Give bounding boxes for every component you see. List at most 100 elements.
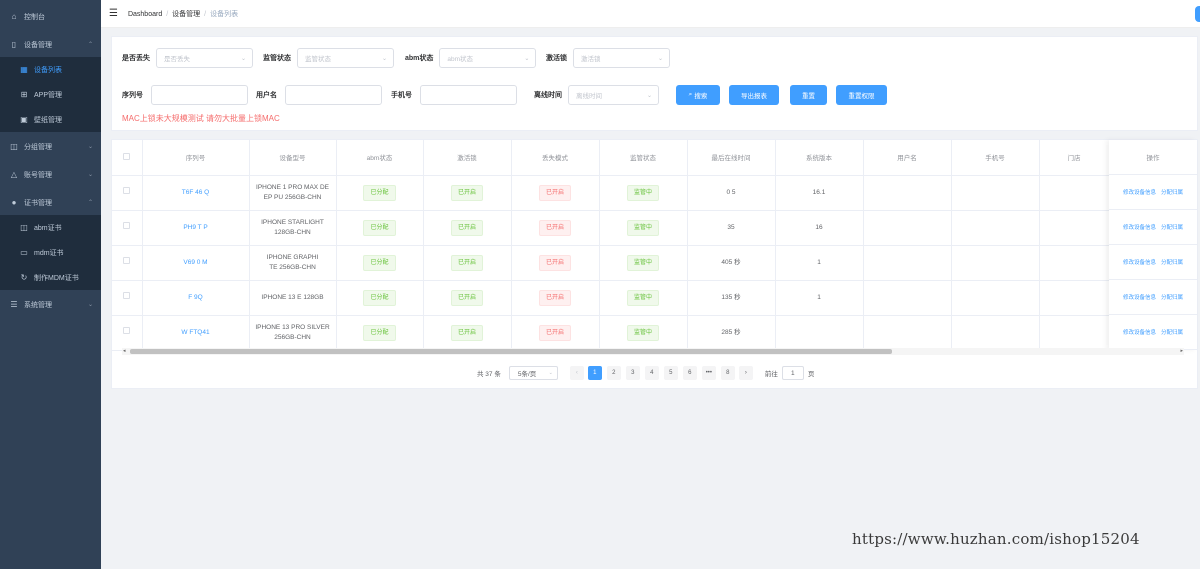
page-button[interactable]: 8 <box>720 366 735 380</box>
assign-owner-link[interactable]: 分配归属 <box>1161 223 1183 231</box>
cell-last-online: 135 秒 <box>687 280 776 316</box>
assign-owner-link[interactable]: 分配归属 <box>1161 258 1183 266</box>
offline-time-select[interactable]: 离线时间 ⌄ <box>568 85 659 105</box>
username-input[interactable] <box>285 85 382 105</box>
cell-os-version: 1 <box>775 280 864 316</box>
chevron-down-icon: ⌄ <box>381 55 387 62</box>
column-header-abm: abm状态 <box>336 140 424 176</box>
column-header-supervised: 监管状态 <box>599 140 688 176</box>
operations-row: 修改设备信息 分配归属 <box>1109 245 1197 280</box>
serial-link[interactable]: T6F 46 Q <box>182 189 209 196</box>
row-checkbox[interactable] <box>123 257 131 264</box>
next-page-button[interactable]: › <box>738 366 753 380</box>
breadcrumb-dashboard[interactable]: Dashboard <box>128 11 162 18</box>
goto-page-input[interactable]: 1 <box>781 366 804 380</box>
abm-select[interactable]: abm状态 ⌄ <box>439 48 537 68</box>
phone-input[interactable] <box>420 85 517 105</box>
export-report-button[interactable]: 导出报表 <box>729 85 779 105</box>
page-button[interactable]: ••• <box>701 366 716 380</box>
activation-lock-select[interactable]: 激活锁 ⌄ <box>573 48 670 68</box>
cell-last-online: 405 秒 <box>687 245 776 281</box>
cell-model: IPHONE 13 PRO SILVER 256GB-CHN <box>249 315 337 351</box>
edit-device-info-link[interactable]: 修改设备信息 <box>1123 258 1156 266</box>
page-button[interactable]: 2 <box>606 366 621 380</box>
row-checkbox[interactable] <box>123 187 131 194</box>
sidebar-item-abm-certificate[interactable]: ◫ abm证书 <box>0 215 101 240</box>
grid-icon: ▦ <box>20 65 28 74</box>
model-line-1: IPHONE GRAPHI <box>266 253 319 261</box>
os-version-value: 16 <box>815 223 823 231</box>
page-button[interactable]: 6 <box>682 366 697 380</box>
select-all-checkbox[interactable] <box>123 152 131 160</box>
chevron-up-icon: ⌃ <box>87 200 93 206</box>
page-button[interactable]: 5 <box>663 366 678 380</box>
row-checkbox[interactable] <box>123 222 131 229</box>
prev-page-button[interactable]: ‹ <box>569 366 584 380</box>
serial-link[interactable]: F 9Q <box>188 294 202 301</box>
cell-supervised: 监管中 <box>599 245 688 281</box>
assign-owner-link[interactable]: 分配归属 <box>1161 188 1183 196</box>
serial-link[interactable]: V69 0 M <box>183 259 207 266</box>
sidebar-item-certificate-management[interactable]: ● 证书管理 ⌃ <box>0 190 101 215</box>
page-button[interactable]: 3 <box>625 366 640 380</box>
assign-owner-link[interactable]: 分配归属 <box>1161 328 1183 336</box>
image-icon: ▣ <box>20 115 28 124</box>
search-button[interactable]: ⌕ 搜索 <box>676 85 720 105</box>
sidebar-item-label: 制作MDM证书 <box>34 274 79 282</box>
edit-device-info-link[interactable]: 修改设备信息 <box>1123 328 1156 336</box>
cell-store <box>1039 210 1110 246</box>
reset-permission-button[interactable]: 重置权限 <box>836 85 887 105</box>
serial-link[interactable]: PH9 T P <box>183 224 207 231</box>
sidebar-item-device-list[interactable]: ▦ 设备列表 <box>0 57 101 82</box>
sidebar-item-make-mdm-certificate[interactable]: ↻ 制作MDM证书 <box>0 265 101 290</box>
goto-page-value: 1 <box>791 369 795 377</box>
filter-label-phone: 手机号 <box>391 92 412 99</box>
sidebar-item-group-management[interactable]: ◫ 分组管理 ⌄ <box>0 134 101 159</box>
filter-label-offline-time: 离线时间 <box>534 92 562 99</box>
horizontal-scrollbar[interactable]: ◂ ▸ <box>122 348 1184 355</box>
abm-status-tag: 已分配 <box>363 254 396 271</box>
scroll-right-icon[interactable]: ▸ <box>1180 348 1183 354</box>
sidebar-item-account-management[interactable]: △ 账号管理 ⌄ <box>0 162 101 187</box>
supervised-select[interactable]: 监管状态 ⌄ <box>297 48 394 68</box>
sidebar-item-device-management[interactable]: ▯ 设备管理 ⌃ <box>0 32 101 57</box>
assign-owner-link[interactable]: 分配归属 <box>1161 293 1183 301</box>
cell-os-version: 1 <box>775 245 864 281</box>
row-checkbox[interactable] <box>123 327 131 334</box>
row-checkbox[interactable] <box>123 292 131 299</box>
activation-lock-tag: 已开启 <box>450 289 483 306</box>
cell-activation-lock: 已开启 <box>423 210 512 246</box>
cell-lost-mode: 已开启 <box>511 175 600 211</box>
edit-device-info-link[interactable]: 修改设备信息 <box>1123 293 1156 301</box>
lost-select[interactable]: 是否丢失 ⌄ <box>156 48 253 68</box>
page-button[interactable]: 4 <box>644 366 659 380</box>
edit-device-info-link[interactable]: 修改设备信息 <box>1123 223 1156 231</box>
activation-lock-tag: 已开启 <box>450 324 483 341</box>
hamburger-icon[interactable]: ☰ <box>109 8 118 19</box>
sidebar-item-wallpaper-management[interactable]: ▣ 壁纸管理 <box>0 107 101 132</box>
scrollbar-thumb[interactable] <box>130 349 892 354</box>
row-checkbox-cell <box>112 280 143 316</box>
sidebar-item-app-management[interactable]: ⊞ APP管理 <box>0 82 101 107</box>
reset-button[interactable]: 重置 <box>790 85 827 105</box>
page-size-select[interactable]: 5条/页 ⌄ <box>508 366 558 380</box>
scroll-left-icon[interactable]: ◂ <box>123 348 126 354</box>
lost-mode-tag: 已开启 <box>538 254 571 271</box>
edit-device-info-link[interactable]: 修改设备信息 <box>1123 188 1156 196</box>
supervised-tag: 监管中 <box>626 254 659 271</box>
serial-link[interactable]: W FTQ41 <box>181 329 209 336</box>
reset-permission-label: 重置权限 <box>848 93 875 100</box>
avatar[interactable] <box>1195 6 1200 22</box>
cell-serial: W FTQ41 <box>142 315 250 351</box>
sidebar-item-system-management[interactable]: ☰ 系统管理 ⌄ <box>0 292 101 317</box>
supervised-tag: 监管中 <box>626 219 659 236</box>
page-button[interactable]: 1 <box>587 366 602 380</box>
cell-store <box>1039 280 1110 316</box>
search-button-label: 搜索 <box>694 93 708 100</box>
sidebar-item-mdm-certificate[interactable]: ▭ mdm证书 <box>0 240 101 265</box>
lost-mode-tag: 已开启 <box>538 219 571 236</box>
serial-input[interactable] <box>151 85 248 105</box>
breadcrumb-device-management[interactable]: 设备管理 <box>172 11 200 18</box>
sidebar-item-label: 壁纸管理 <box>34 116 62 124</box>
sidebar-item-dashboard[interactable]: ⌂ 控制台 <box>0 4 101 29</box>
